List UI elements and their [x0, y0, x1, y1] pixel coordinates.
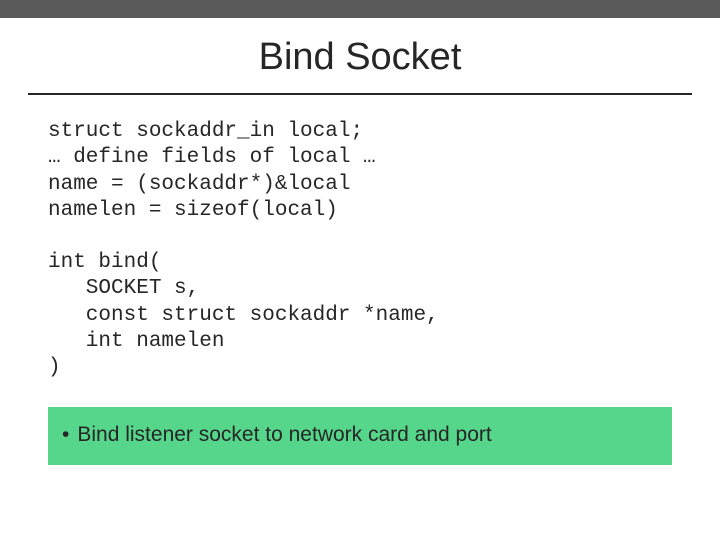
- slide-title: Bind Socket: [0, 18, 720, 93]
- highlight-box: • Bind listener socket to network card a…: [48, 407, 672, 465]
- code-block-setup: struct sockaddr_in local; … define field…: [48, 119, 672, 224]
- top-accent-bar: [0, 0, 720, 18]
- bullet-text: Bind listener socket to network card and…: [77, 423, 491, 447]
- bullet-item: • Bind listener socket to network card a…: [58, 423, 656, 447]
- code-block-bind-signature: int bind( SOCKET s, const struct sockadd…: [48, 250, 672, 381]
- content-area: struct sockaddr_in local; … define field…: [0, 95, 720, 465]
- bullet-dot-icon: •: [58, 424, 77, 445]
